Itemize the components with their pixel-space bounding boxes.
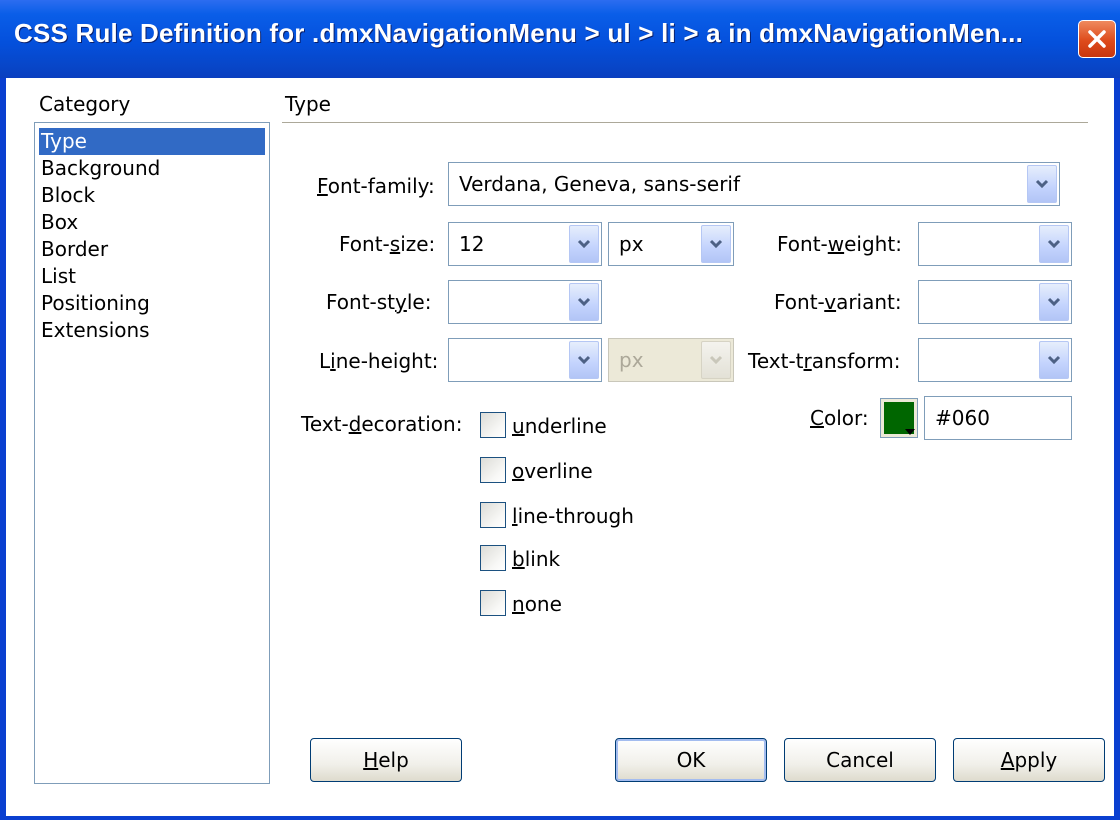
chevron-down-icon bbox=[1047, 355, 1061, 365]
category-list[interactable]: Type Background Block Box Border List Po… bbox=[34, 122, 270, 784]
chevron-down-icon bbox=[577, 355, 591, 365]
font-style-dropdown-button[interactable] bbox=[569, 283, 599, 321]
close-button[interactable] bbox=[1078, 20, 1116, 58]
color-label: Color: bbox=[810, 406, 869, 430]
cancel-button[interactable]: Cancel bbox=[784, 738, 936, 782]
ok-button-label: OK bbox=[676, 748, 706, 772]
line-height-dropdown-button[interactable] bbox=[569, 341, 599, 379]
underline-checkbox[interactable] bbox=[480, 412, 506, 438]
chevron-down-icon bbox=[709, 239, 723, 249]
help-button-label: elp bbox=[378, 748, 409, 772]
font-variant-select[interactable] bbox=[918, 280, 1072, 324]
line-height-unit-value: px bbox=[619, 348, 644, 372]
blink-label[interactable]: blink bbox=[512, 547, 560, 571]
apply-button-label: pply bbox=[1014, 748, 1058, 772]
category-label: Category bbox=[39, 92, 131, 116]
font-family-dropdown-button[interactable] bbox=[1027, 165, 1057, 203]
category-item-positioning[interactable]: Positioning bbox=[39, 290, 265, 317]
help-button-key: H bbox=[363, 748, 379, 772]
window-bottom-border bbox=[0, 816, 1120, 820]
text-decoration-label: Text-decoration: bbox=[301, 412, 463, 436]
window-title: CSS Rule Definition for .dmxNavigationMe… bbox=[14, 18, 1023, 48]
panel-title: Type bbox=[285, 92, 331, 116]
line-through-checkbox[interactable] bbox=[480, 502, 506, 528]
font-family-value: Verdana, Geneva, sans-serif bbox=[459, 172, 741, 196]
category-item-box[interactable]: Box bbox=[39, 209, 265, 236]
category-item-background[interactable]: Background bbox=[39, 155, 265, 182]
font-family-label: Font-family: bbox=[317, 174, 435, 198]
category-item-list[interactable]: List bbox=[39, 263, 265, 290]
font-size-unit-select[interactable]: px bbox=[608, 222, 734, 266]
color-picker-button[interactable] bbox=[880, 398, 918, 438]
overline-label[interactable]: overline bbox=[512, 459, 593, 483]
font-size-unit-value: px bbox=[619, 232, 644, 256]
font-style-select[interactable] bbox=[448, 280, 602, 324]
font-variant-dropdown-button[interactable] bbox=[1039, 283, 1069, 321]
category-item-border[interactable]: Border bbox=[39, 236, 265, 263]
font-size-value: 12 bbox=[459, 232, 485, 256]
chevron-down-icon bbox=[1047, 239, 1061, 249]
chevron-down-icon bbox=[709, 355, 723, 365]
overline-checkbox[interactable] bbox=[480, 457, 506, 483]
line-height-label: Line-height: bbox=[319, 349, 439, 373]
help-button[interactable]: Help bbox=[310, 738, 462, 782]
close-icon bbox=[1088, 30, 1106, 48]
color-input[interactable]: #060 bbox=[924, 396, 1072, 440]
color-value: #060 bbox=[935, 406, 990, 430]
font-size-dropdown-button[interactable] bbox=[569, 225, 599, 263]
underline-label[interactable]: underline bbox=[512, 414, 607, 438]
color-picker-arrow-icon bbox=[905, 429, 915, 435]
category-item-type[interactable]: Type bbox=[39, 128, 265, 155]
title-bar[interactable]: CSS Rule Definition for .dmxNavigationMe… bbox=[0, 0, 1120, 78]
panel-separator bbox=[282, 122, 1088, 124]
font-family-select[interactable]: Verdana, Geneva, sans-serif bbox=[448, 162, 1060, 206]
font-variant-label: Font-variant: bbox=[774, 290, 902, 314]
font-style-label: Font-style: bbox=[326, 290, 432, 314]
line-height-unit-select: px bbox=[608, 338, 734, 382]
text-transform-dropdown-button[interactable] bbox=[1039, 341, 1069, 379]
apply-button[interactable]: Apply bbox=[953, 738, 1105, 782]
line-height-unit-dropdown-button bbox=[701, 341, 731, 379]
text-transform-select[interactable] bbox=[918, 338, 1072, 382]
font-weight-select[interactable] bbox=[918, 222, 1072, 266]
chevron-down-icon bbox=[577, 297, 591, 307]
none-checkbox[interactable] bbox=[480, 590, 506, 616]
dialog-body: Category Type Background Block Box Borde… bbox=[6, 78, 1114, 816]
font-size-unit-dropdown-button[interactable] bbox=[701, 225, 731, 263]
blink-checkbox[interactable] bbox=[480, 545, 506, 571]
dialog-window: CSS Rule Definition for .dmxNavigationMe… bbox=[0, 0, 1120, 820]
line-height-select[interactable] bbox=[448, 338, 602, 382]
text-transform-label: Text-transform: bbox=[748, 349, 901, 373]
category-item-block[interactable]: Block bbox=[39, 182, 265, 209]
cancel-button-label: Cancel bbox=[826, 748, 894, 772]
none-label[interactable]: none bbox=[512, 592, 562, 616]
chevron-down-icon bbox=[1047, 297, 1061, 307]
chevron-down-icon bbox=[1035, 179, 1049, 189]
category-item-extensions[interactable]: Extensions bbox=[39, 317, 265, 344]
line-through-label[interactable]: line-through bbox=[512, 504, 634, 528]
apply-button-key: A bbox=[1000, 748, 1015, 772]
ok-button[interactable]: OK bbox=[615, 738, 767, 782]
chevron-down-icon bbox=[577, 239, 591, 249]
font-weight-label: Font-weight: bbox=[777, 232, 902, 256]
font-size-select[interactable]: 12 bbox=[448, 222, 602, 266]
font-size-label: Font-size: bbox=[339, 232, 436, 256]
font-weight-dropdown-button[interactable] bbox=[1039, 225, 1069, 263]
